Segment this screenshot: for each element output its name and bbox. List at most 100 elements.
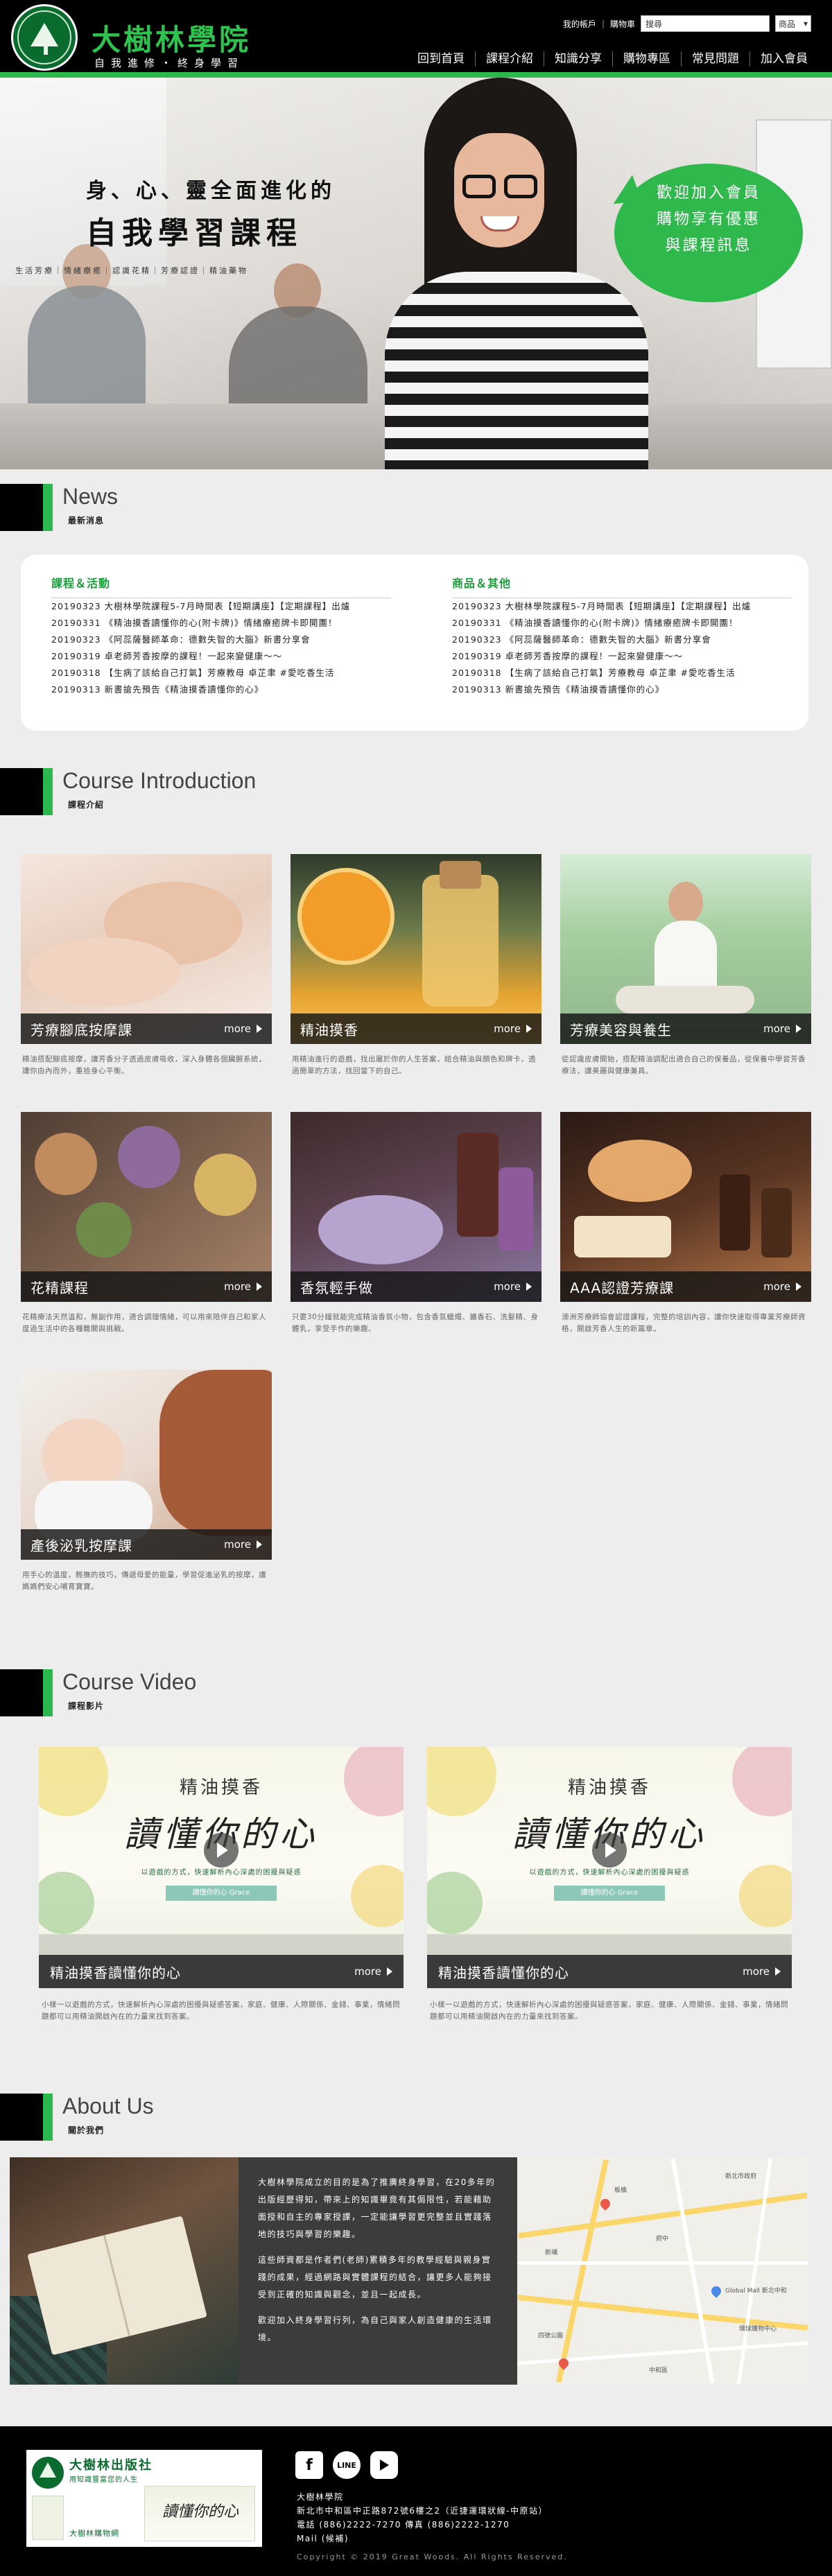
- chevron-down-icon: ▾: [803, 19, 808, 28]
- play-icon[interactable]: [204, 1833, 239, 1868]
- video-card[interactable]: 精油摸香 讀懂你的心 以遊戲的方式，快速解析內心深處的困擾與疑惑 讀懂你的心 G…: [427, 1747, 792, 2023]
- heading-en: About Us: [62, 2094, 154, 2118]
- more-button[interactable]: more: [224, 1538, 262, 1551]
- contact-line: 新北市中和區中正路872號6樓之2（近捷運環狀線-中原站）: [297, 2506, 548, 2516]
- search-input[interactable]: [641, 15, 770, 32]
- map-label: Global Mall 新北中和: [725, 2288, 787, 2295]
- course-image[interactable]: AAA認證芳療課 more: [560, 1112, 811, 1302]
- news-item[interactable]: 20190313 新書搶先預告《精油摸香讀懂你的心》: [452, 681, 792, 698]
- oil-bottle: [761, 1188, 792, 1257]
- glasses-icon: [462, 175, 496, 198]
- more-button[interactable]: more: [354, 1965, 392, 1978]
- nav-shop[interactable]: 購物專區: [612, 51, 681, 67]
- course-title: 芳療美容與養生: [570, 1021, 672, 1038]
- more-button[interactable]: more: [763, 1280, 801, 1293]
- nav-knowledge[interactable]: 知識分享: [544, 51, 612, 67]
- logo-emblem[interactable]: [11, 4, 78, 71]
- video-player[interactable]: 精油摸香 讀懂你的心 以遊戲的方式，快速解析內心深處的困擾與疑惑 讀懂你的心 G…: [39, 1747, 404, 1955]
- news-item[interactable]: 20190331 《精油摸香讀懂你的心(附卡牌)》情緒療癒牌卡即開團！: [452, 615, 792, 632]
- course-card[interactable]: 芳療腳底按摩課 more 精油搭配腳底按摩，讓芳香分子透過皮膚吸收，深入身體各個…: [21, 854, 272, 1077]
- video-progress-bar[interactable]: [427, 1934, 792, 1955]
- map-street: [517, 2261, 808, 2265]
- map-pin-icon[interactable]: [709, 2284, 723, 2298]
- course-image[interactable]: 精油摸香 more: [291, 854, 541, 1044]
- more-label: more: [494, 1022, 521, 1035]
- nav-courses[interactable]: 課程介紹: [475, 51, 544, 67]
- video-subtitle: 以遊戲的方式，快速解析內心深處的困擾與疑惑: [141, 1869, 302, 1877]
- video-description: 小樣一以遊戲的方式，快速解析內心深處的困擾與疑惑答案，家庭、健康、人際關係、金錢…: [430, 2001, 788, 2021]
- course-image[interactable]: 芳療美容與養生 more: [560, 854, 811, 1044]
- course-card[interactable]: 香氛輕手做 more 只要30分鐘就能完成精油香氛小物，包含香氛蠟燭、擴香石、洗…: [291, 1112, 541, 1335]
- publisher-logo-icon: [32, 2457, 64, 2489]
- news-item[interactable]: 20190323 大樹林學院課程5-7月時間表【短期講座】【定期課程】出爐: [51, 598, 391, 615]
- bubble-line: 購物享有優惠: [656, 211, 761, 228]
- nav-home[interactable]: 回到首頁: [407, 51, 475, 67]
- cart-link[interactable]: 購物車: [610, 18, 635, 30]
- news-item[interactable]: 20190319 卓老師芳香按摩的課程！一起來變健康～～: [51, 648, 391, 665]
- news-item[interactable]: 20190323 《阿蕊薩醫師革命：德數失智的大腦》新書分享會: [51, 632, 391, 648]
- more-button[interactable]: more: [494, 1280, 532, 1293]
- contact-line[interactable]: Mail (候補): [297, 2532, 548, 2545]
- course-description: 用精油進行的遊戲，找出屬於你的人生答案，結合精油與顏色和牌卡，透過簡單的方法，找…: [292, 1055, 536, 1075]
- news-item[interactable]: 20190318 【生病了該給自己打氣】芳療教母 卓芷聿 #愛吃香生活: [51, 665, 391, 681]
- more-button[interactable]: more: [763, 1022, 801, 1035]
- course-image[interactable]: 產後泌乳按摩課 more: [21, 1370, 272, 1560]
- account-link[interactable]: 我的帳戶: [563, 18, 596, 30]
- video-ribbon: 讀懂你的心 Grace: [554, 1886, 665, 1901]
- course-card[interactable]: 花精課程 more 花精療法天然溫和，無副作用，適合調理情緒，可以用來陪伴自己和…: [21, 1112, 272, 1335]
- course-card[interactable]: 精油摸香 more 用精油進行的遊戲，找出屬於你的人生答案，結合精油與顏色和牌卡…: [291, 854, 541, 1077]
- publisher-banner[interactable]: 大樹林出版社 用知識豐富您的人生 讀懂你的心 大樹林購物網: [26, 2450, 262, 2547]
- nav-faq[interactable]: 常見問題: [681, 51, 749, 67]
- map-label: 府中: [656, 2236, 669, 2243]
- map-label: 新北市政府: [725, 2173, 757, 2180]
- course-card[interactable]: 芳療美容與養生 more 從認識皮膚開始，搭配精油調配出適合自己的保養品，從保養…: [560, 854, 811, 1077]
- news-item[interactable]: 20190323 大樹林學院課程5-7月時間表【短期講座】【定期課程】出爐: [452, 598, 792, 615]
- video-title-small: 精油摸香: [567, 1777, 651, 1798]
- more-button[interactable]: more: [494, 1022, 532, 1035]
- heading-en: Course Video: [62, 1669, 197, 1694]
- mother-hair: [159, 1370, 272, 1536]
- course-image[interactable]: 芳療腳底按摩課 more: [21, 854, 272, 1044]
- line-icon[interactable]: LINE: [333, 2451, 361, 2479]
- video-progress-bar[interactable]: [39, 1934, 404, 1955]
- tree-trunk: [44, 45, 48, 55]
- location-map[interactable]: 新北市政府 板橋 府中 新埔 Global Mall 新北中和 四號公園 環球購…: [517, 2157, 808, 2385]
- site-title[interactable]: 大樹林學院: [92, 17, 251, 59]
- yoga-head: [668, 882, 703, 923]
- nav-join[interactable]: 加入會員: [749, 51, 818, 67]
- video-card[interactable]: 精油摸香 讀懂你的心 以遊戲的方式，快速解析內心深處的困擾與疑惑 讀懂你的心 G…: [39, 1747, 404, 2023]
- more-button[interactable]: more: [224, 1280, 262, 1293]
- hero-banner[interactable]: 身、心、靈全面進化的 自我學習課程 生活芳療｜情緒療癒｜認識花精｜芳療認證｜精油…: [0, 78, 832, 469]
- hero-tags: 生活芳療｜情緒療癒｜認識花精｜芳療認證｜精油藥物: [15, 266, 248, 275]
- more-label: more: [224, 1022, 251, 1035]
- youtube-icon[interactable]: [370, 2451, 398, 2479]
- category-select[interactable]: 商品 ▾: [775, 15, 811, 32]
- news-item[interactable]: 20190318 【生病了該給自己打氣】芳療教母 卓芷聿 #愛吃香生活: [452, 665, 792, 681]
- oil-bottle: [457, 1133, 499, 1237]
- section-heading-courses: Course Introduction 課程介紹: [0, 768, 416, 815]
- news-item[interactable]: 20190319 卓老師芳香按摩的課程！一起來變健康～～: [452, 648, 792, 665]
- video-player[interactable]: 精油摸香 讀懂你的心 以遊戲的方式，快速解析內心深處的困擾與疑惑 讀懂你的心 G…: [427, 1747, 792, 1955]
- news-item[interactable]: 20190313 新書搶先預告《精油摸香讀懂你的心》: [51, 681, 391, 698]
- play-icon[interactable]: [592, 1833, 627, 1868]
- more-button[interactable]: more: [224, 1022, 262, 1035]
- video-description: 小樣一以遊戲的方式，快速解析內心深處的困擾與疑惑答案，家庭、健康、人際關係、金錢…: [42, 2001, 400, 2021]
- arrow-right-icon: [775, 1967, 781, 1976]
- facebook-icon[interactable]: f: [295, 2451, 323, 2479]
- course-card[interactable]: AAA認證芳療課 more 澳洲芳療師協會認證課程，完整的培訓內容，讓你快速取得…: [560, 1112, 811, 1335]
- heading-zh: 課程影片: [68, 1701, 105, 1711]
- course-caption: 產後泌乳按摩課 more: [21, 1529, 272, 1560]
- category-select-value: 商品: [779, 19, 796, 29]
- more-button[interactable]: more: [743, 1965, 781, 1978]
- news-item[interactable]: 20190323 《阿蕊薩醫師革命：德數失智的大腦》新書分享會: [452, 632, 792, 648]
- course-image[interactable]: 香氛輕手做 more: [291, 1112, 541, 1302]
- news-item[interactable]: 20190331 《精油摸香讀懂你的心(附卡牌)》情緒療癒牌卡即開團！: [51, 615, 391, 632]
- cork: [440, 861, 481, 889]
- news-column-products: 商品＆其他 20190323 大樹林學院課程5-7月時間表【短期講座】【定期課程…: [452, 574, 792, 698]
- more-label: more: [494, 1280, 521, 1293]
- play-triangle: [379, 2460, 389, 2471]
- course-image[interactable]: 花精課程 more: [21, 1112, 272, 1302]
- hero-woman-shirt: [385, 272, 648, 469]
- heading-zh: 課程介紹: [68, 800, 105, 810]
- course-card[interactable]: 產後泌乳按摩課 more 用手心的溫度，輕撫的技巧，傳遞母愛的能量，學習促進泌乳…: [21, 1370, 272, 1593]
